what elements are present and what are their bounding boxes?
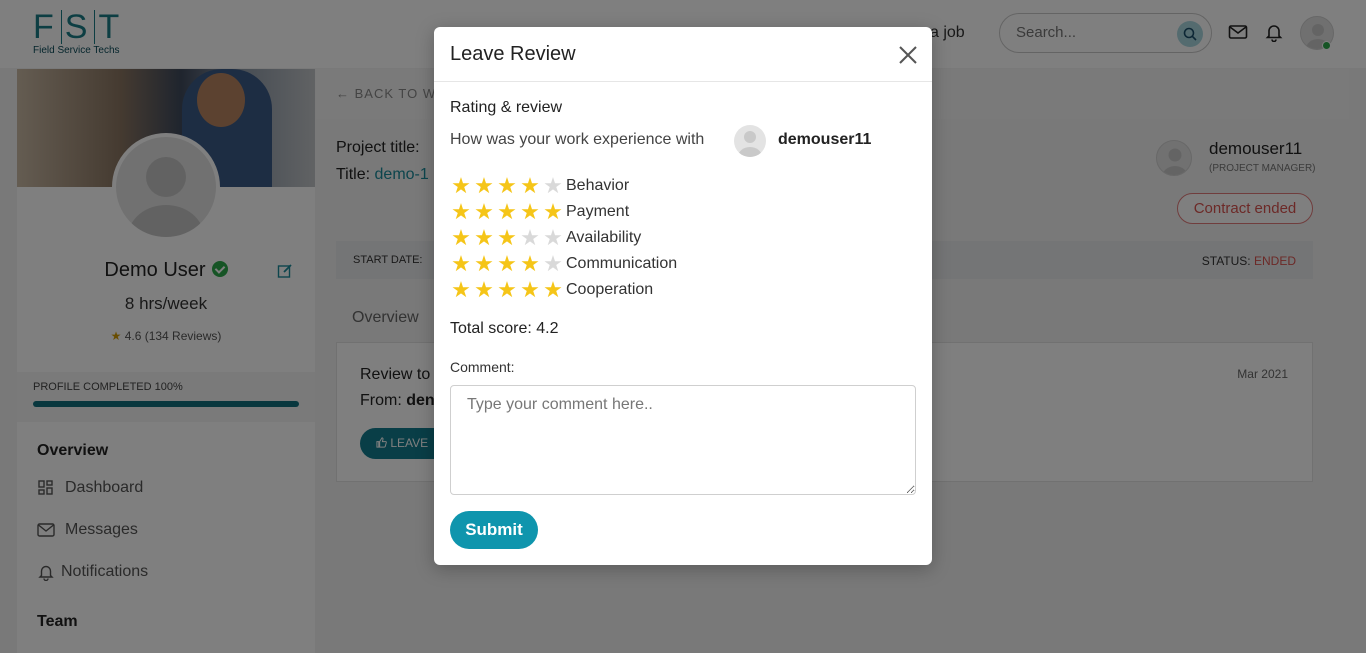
star-icon[interactable]: ★ [496,175,518,197]
star-icon[interactable]: ★ [450,175,472,197]
star-icon[interactable]: ★ [519,201,541,223]
star-rating-behavior[interactable]: ★ ★ ★ ★ ★ [450,175,564,197]
star-icon[interactable]: ★ [450,279,472,301]
rating-row-payment: ★ ★ ★ ★ ★ Payment [450,200,629,224]
star-icon[interactable]: ★ [542,253,564,275]
reviewee-avatar [734,125,766,157]
star-icon[interactable]: ★ [473,227,495,249]
star-icon[interactable]: ★ [450,253,472,275]
modal-title: Leave Review [450,43,576,65]
rating-row-cooperation: ★ ★ ★ ★ ★ Cooperation [450,278,653,302]
rating-label: Payment [566,203,630,220]
total-score: Total score: 4.2 [450,320,559,337]
star-icon[interactable]: ★ [496,279,518,301]
experience-question: How was your work experience with [450,131,705,148]
star-rating-availability[interactable]: ★ ★ ★ ★ ★ [450,227,564,249]
star-icon[interactable]: ★ [519,227,541,249]
comment-label: Comment: [450,359,515,375]
star-icon[interactable]: ★ [496,253,518,275]
star-rating-cooperation[interactable]: ★ ★ ★ ★ ★ [450,279,564,301]
star-rating-communication[interactable]: ★ ★ ★ ★ ★ [450,253,564,275]
star-icon[interactable]: ★ [519,279,541,301]
rating-label: Cooperation [566,281,654,298]
rating-row-availability: ★ ★ ★ ★ ★ Availability [450,226,641,250]
modal-header: Leave Review [434,27,932,82]
star-icon[interactable]: ★ [542,279,564,301]
star-icon[interactable]: ★ [473,201,495,223]
star-icon[interactable]: ★ [542,227,564,249]
reviewee-username: demouser11 [778,131,872,148]
close-icon[interactable] [896,43,920,67]
star-icon[interactable]: ★ [473,279,495,301]
star-icon[interactable]: ★ [496,227,518,249]
star-icon[interactable]: ★ [473,175,495,197]
star-icon[interactable]: ★ [542,175,564,197]
star-icon[interactable]: ★ [450,201,472,223]
rating-section-title: Rating & review [450,99,563,116]
star-icon[interactable]: ★ [473,253,495,275]
rating-label: Communication [566,255,678,272]
rating-row-behavior: ★ ★ ★ ★ ★ Behavior [450,174,629,198]
star-icon[interactable]: ★ [496,201,518,223]
comment-textarea[interactable] [450,385,916,495]
rating-row-communication: ★ ★ ★ ★ ★ Communication [450,252,677,276]
star-icon[interactable]: ★ [542,201,564,223]
avatar-placeholder-icon [738,131,762,157]
submit-button[interactable]: Submit [450,511,538,549]
rating-label: Behavior [566,177,630,194]
leave-review-modal: Leave Review Rating & review How was you… [434,27,932,565]
star-icon[interactable]: ★ [450,227,472,249]
star-icon[interactable]: ★ [519,253,541,275]
star-icon[interactable]: ★ [519,175,541,197]
rating-label: Availability [566,229,642,246]
star-rating-payment[interactable]: ★ ★ ★ ★ ★ [450,201,564,223]
